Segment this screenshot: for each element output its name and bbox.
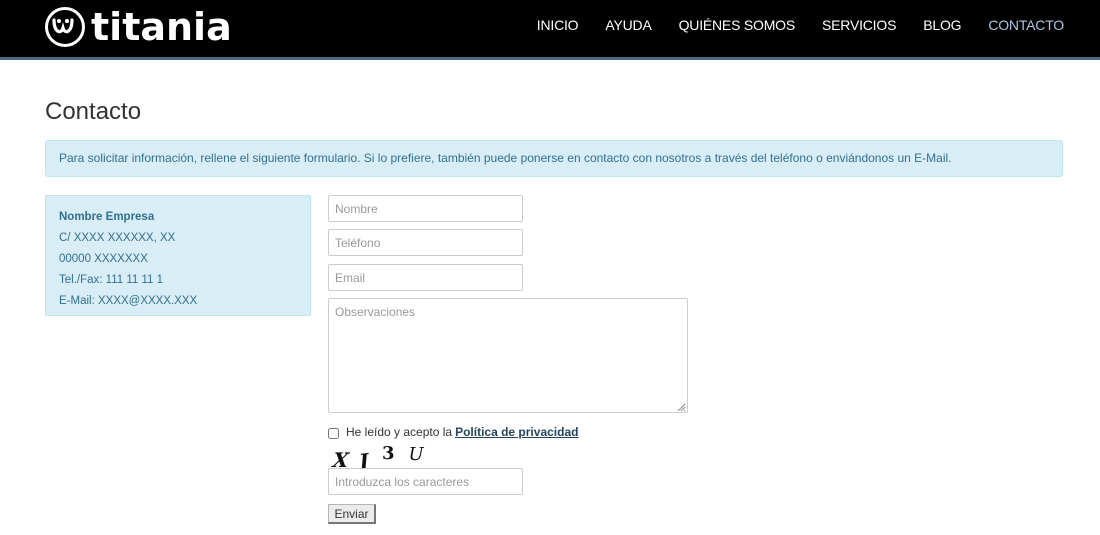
email-input[interactable] — [328, 264, 523, 291]
company-phone: Tel./Fax: 111 11 11 1 — [59, 274, 163, 286]
captcha-input[interactable] — [328, 468, 523, 495]
nav-item-servicios[interactable]: SERVICIOS — [822, 17, 896, 33]
page-title: Contacto — [45, 98, 142, 125]
info-alert: Para solicitar información, rellene el s… — [45, 140, 1063, 177]
privacy-label: He leído y acepto la — [346, 425, 453, 439]
phone-input[interactable] — [328, 229, 523, 256]
nav-item-blog[interactable]: BLOG — [923, 17, 961, 33]
submit-button[interactable]: Enviar — [328, 504, 376, 524]
nav-item-ayuda[interactable]: AYUDA — [605, 17, 651, 33]
brand-name: titania — [91, 5, 232, 49]
nav-item-quienes-somos[interactable]: QUIÉNES SOMOS — [679, 17, 796, 33]
captcha-char: U — [408, 444, 424, 465]
captcha-char: 3 — [382, 443, 395, 464]
company-email: E-Mail: XXXX@XXXX.XXX — [59, 295, 198, 307]
company-address-box: Nombre Empresa C/ XXXX XXXXXX, XX 00000 … — [45, 195, 311, 316]
nav-item-contacto[interactable]: CONTACTO — [988, 17, 1064, 33]
main-nav: INICIO AYUDA QUIÉNES SOMOS SERVICIOS BLO… — [510, 17, 1064, 33]
brand-logo[interactable]: titania — [45, 5, 232, 49]
titania-logo-icon — [45, 7, 85, 47]
name-input[interactable] — [328, 195, 523, 222]
privacy-policy-link[interactable]: Política de privacidad — [455, 425, 578, 439]
privacy-consent-row: He leído y acepto la Política de privaci… — [328, 425, 578, 439]
captcha-image: XJ3U — [331, 440, 434, 473]
nav-item-inicio[interactable]: INICIO — [537, 17, 579, 33]
company-street: C/ XXXX XXXXXX, XX — [59, 232, 176, 244]
privacy-checkbox[interactable] — [328, 428, 339, 439]
top-navbar: titania INICIO AYUDA QUIÉNES SOMOS SERVI… — [0, 0, 1100, 60]
company-postal: 00000 XXXXXXX — [59, 253, 148, 265]
company-name: Nombre Empresa — [59, 211, 155, 223]
notes-textarea[interactable] — [328, 298, 688, 413]
resize-grip-icon[interactable] — [676, 402, 686, 412]
